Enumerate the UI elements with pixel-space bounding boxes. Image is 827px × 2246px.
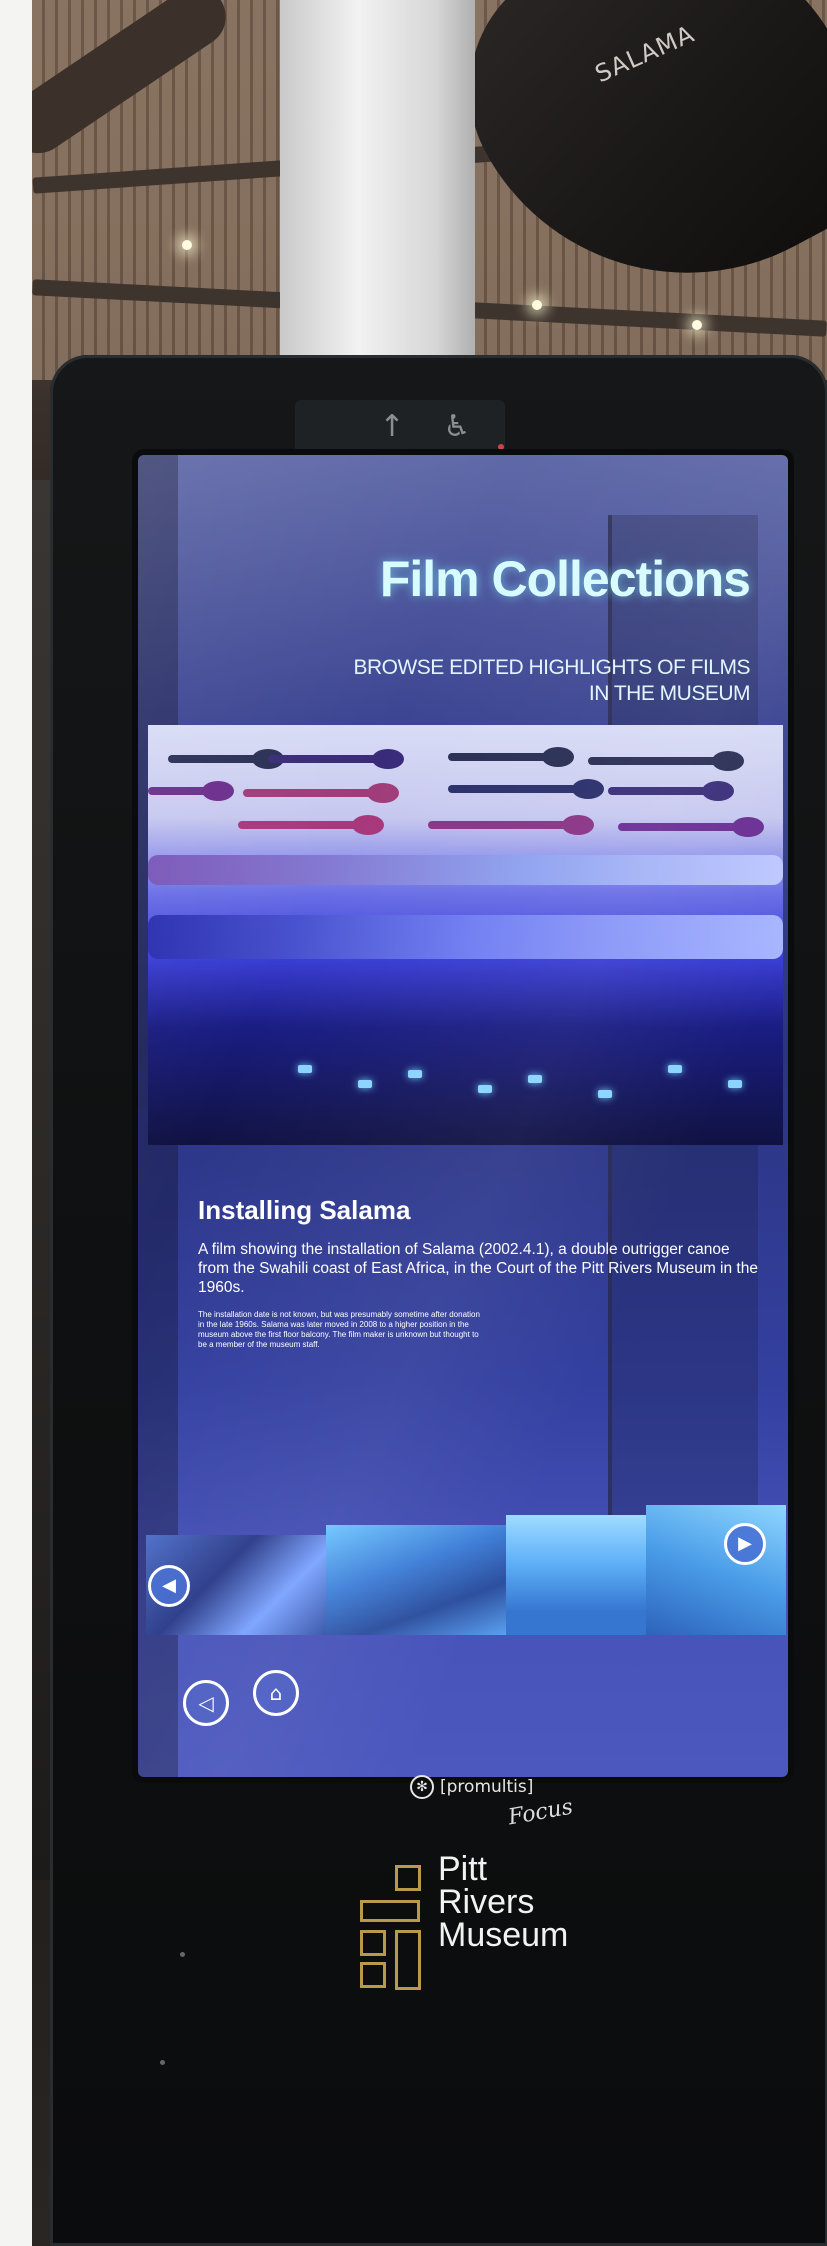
film-thumbnail[interactable]: [506, 1515, 646, 1635]
film-description: A film showing the installation of Salam…: [198, 1241, 758, 1296]
back-button[interactable]: ◁: [183, 1680, 229, 1726]
case-light: [668, 1065, 682, 1073]
promultis-logo: ✻ [promultis]: [410, 1775, 533, 1799]
film-carousel: ◀ ▶: [146, 1505, 786, 1635]
kiosk-screw: [160, 2060, 165, 2065]
carousel-prev-button[interactable]: ◀: [148, 1565, 190, 1607]
up-arrow-icon: ↑: [379, 409, 405, 444]
carousel-next-button[interactable]: ▶: [724, 1523, 766, 1565]
touch-screen: Film Collections BROWSE EDITED HIGHLIGHT…: [138, 455, 788, 1777]
spear-artifact: [148, 781, 234, 801]
display-shelf: [148, 915, 783, 959]
museum-name: Pitt Rivers Museum: [438, 1850, 569, 1954]
case-light: [728, 1080, 742, 1088]
spear-artifact: [428, 815, 594, 835]
spear-artifact: [268, 749, 404, 769]
spear-artifact: [608, 781, 734, 801]
spear-artifact: [618, 817, 764, 837]
home-button[interactable]: ⌂: [253, 1670, 299, 1716]
camera-dot: [498, 444, 504, 450]
chevron-left-icon: ◀: [162, 1575, 176, 1596]
white-pillar: [280, 0, 475, 400]
ceiling-light: [532, 300, 542, 310]
ceiling-light: [692, 320, 702, 330]
page-subtitle: BROWSE EDITED HIGHLIGHTS OF FILMS IN THE…: [353, 656, 750, 705]
promultis-mark-icon: ✻: [410, 1775, 434, 1799]
wheelchair-access-icon: ♿: [443, 409, 471, 444]
case-light: [358, 1080, 372, 1088]
home-icon: ⌂: [269, 1681, 283, 1705]
chevron-right-icon: ▶: [738, 1533, 752, 1554]
case-light: [528, 1075, 542, 1083]
film-title: Installing Salama: [198, 1195, 411, 1225]
case-light: [478, 1085, 492, 1093]
ceiling-light: [182, 240, 192, 250]
spear-artifact: [588, 751, 744, 771]
spear-artifact: [168, 749, 284, 769]
kiosk-screw: [180, 1952, 185, 1957]
film-thumbnail[interactable]: [646, 1505, 786, 1635]
spear-artifact: [238, 815, 384, 835]
film-thumbnail[interactable]: [326, 1525, 506, 1635]
film-video-player[interactable]: [148, 725, 783, 1145]
back-icon: ◁: [198, 1691, 214, 1715]
spear-artifact: [243, 783, 399, 803]
case-light: [408, 1070, 422, 1078]
case-light: [598, 1090, 612, 1098]
page-title: Film Collections: [379, 551, 751, 607]
film-note: The installation date is not known, but …: [198, 1310, 480, 1349]
spear-artifact: [448, 779, 604, 799]
display-shelf: [148, 855, 783, 885]
case-light: [298, 1065, 312, 1073]
spear-artifact: [448, 747, 574, 767]
